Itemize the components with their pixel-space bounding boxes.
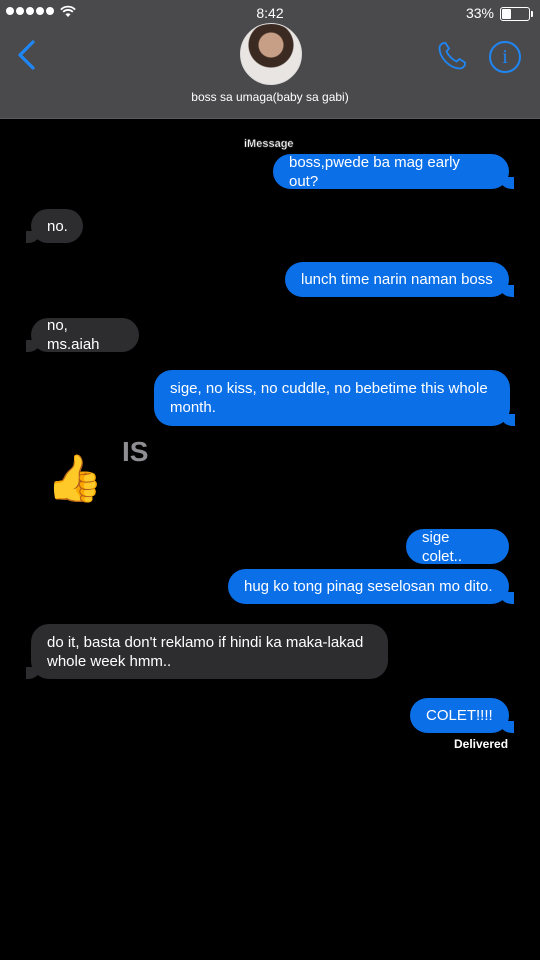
message-bubble-outgoing[interactable]: sige, no kiss, no cuddle, no bebetime th… xyxy=(154,370,515,426)
delivered-status: Delivered xyxy=(454,737,509,751)
battery-icon xyxy=(500,7,533,21)
message-bubble-incoming[interactable]: no. xyxy=(26,209,83,243)
overlay-text: IS xyxy=(122,436,149,467)
contact-name[interactable]: boss sa umaga(baby sa gabi) xyxy=(0,90,540,104)
message-bubble-outgoing[interactable]: sige colet.. xyxy=(406,529,509,565)
service-label: iMessage xyxy=(244,138,294,150)
info-icon[interactable]: i xyxy=(489,41,521,73)
message-bubble-incoming[interactable]: no, ms.aiah xyxy=(26,317,139,353)
status-time: 8:42 xyxy=(256,5,284,21)
conversation-header: 8:42 33% boss sa umaga(baby sa gabi) i xyxy=(0,0,540,119)
phone-icon[interactable] xyxy=(436,40,468,77)
message-bubble-incoming[interactable]: do it, basta don't reklamo if hindi ka m… xyxy=(26,624,388,679)
contact-avatar[interactable] xyxy=(240,23,302,85)
back-chevron-icon[interactable] xyxy=(16,40,38,75)
message-bubble-outgoing[interactable]: hug ko tong pinag seselosan mo dito. xyxy=(228,569,514,604)
thumbs-up-emoji[interactable]: 👍 xyxy=(46,448,103,508)
message-bubble-outgoing[interactable]: boss,pwede ba mag early out? xyxy=(273,154,514,190)
message-bubble-outgoing[interactable]: lunch time narin naman boss xyxy=(285,262,514,297)
battery-percentage: 33% xyxy=(465,5,494,21)
message-bubble-outgoing[interactable]: COLET!!!! xyxy=(410,698,514,733)
